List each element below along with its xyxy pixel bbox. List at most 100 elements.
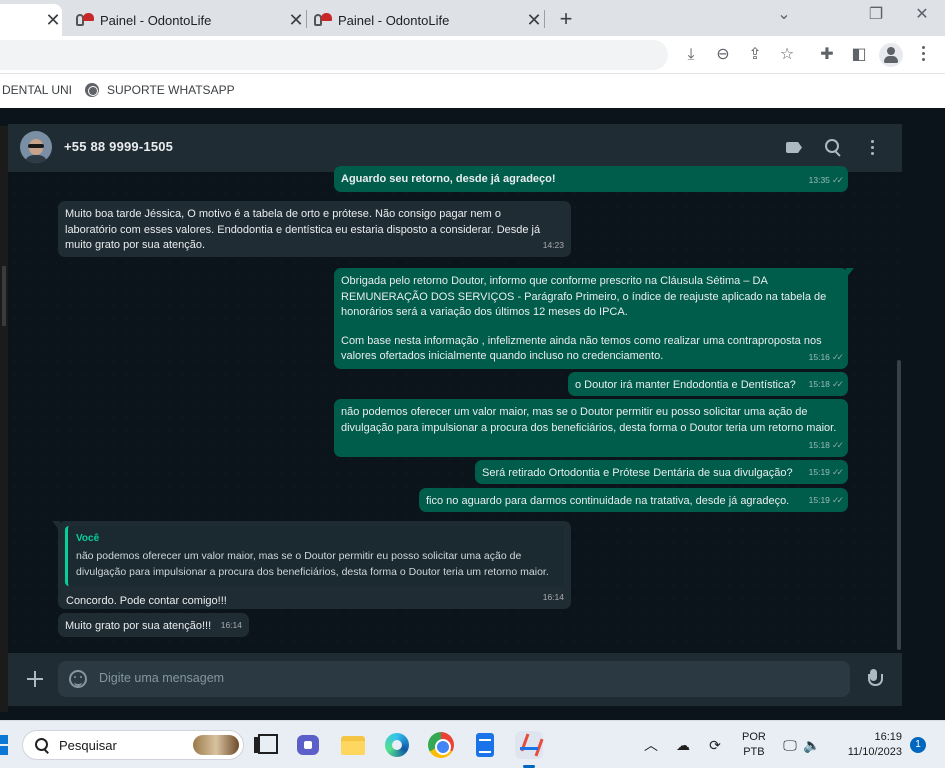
browser-toolbar: ⤓ ⊖ ⇪ ☆ ✚ ◧	[0, 36, 945, 74]
message-meta: 15:19 ✓✓	[809, 465, 844, 481]
tab-close-icon[interactable]: ✕	[524, 11, 544, 29]
message-bubble-outgoing[interactable]: Será retirado Ortodontia e Prótese Dentá…	[475, 460, 848, 484]
edge-icon[interactable]	[383, 731, 411, 759]
language-code: POR	[742, 731, 766, 743]
message-list[interactable]: Aguardo seu retorno, desde já agradeço! …	[8, 166, 902, 653]
browser-tab-active[interactable]: ✕	[0, 4, 62, 36]
message-meta: 15:16 ✓✓	[808, 350, 844, 366]
taskbar-search[interactable]: Pesquisar	[22, 730, 244, 760]
meet-icon[interactable]	[295, 731, 323, 759]
quoted-text: não podemos oferecer um valor maior, mas…	[76, 549, 549, 578]
bookmark-star-icon[interactable]: ☆	[777, 45, 797, 65]
message-text: Obrigada pelo retorno Doutor, informo qu…	[341, 275, 827, 318]
message-bubble-incoming[interactable]: Muito grato por sua atenção!!! 16:14	[58, 613, 249, 637]
bookmark-label: DENTAL UNI	[2, 83, 73, 97]
notepad-icon[interactable]	[471, 731, 499, 759]
tab-close-icon[interactable]: ✕	[286, 11, 306, 29]
message-composer: Digite uma mensagem	[8, 653, 902, 706]
tab-close-icon[interactable]: ✕	[44, 11, 62, 29]
message-bubble-outgoing[interactable]: Obrigada pelo retorno Doutor, informo qu…	[334, 268, 854, 369]
double-check-icon: ✓✓	[831, 494, 844, 505]
message-time: 15:16	[808, 351, 830, 362]
message-text: fico no aguardo para darmos continuidade…	[426, 495, 790, 507]
left-panel-edge	[0, 126, 8, 712]
odontolife-favicon-icon	[314, 13, 332, 27]
snipping-tool-icon[interactable]	[515, 731, 543, 759]
install-icon[interactable]: ⤓	[681, 45, 701, 65]
display-icon[interactable]: 🖵	[781, 736, 799, 754]
bookmark-suporte-whatsapp[interactable]: SUPORTE WHATSAPP	[85, 83, 235, 97]
chrome-icon[interactable]	[427, 731, 455, 759]
search-highlight-image	[193, 735, 239, 755]
bookmarks-bar: DENTAL UNI SUPORTE WHATSAPP	[0, 74, 945, 108]
message-text-paragraph-2: Com base nesta informação , infelizmente…	[341, 334, 822, 363]
new-tab-button[interactable]: +	[556, 6, 576, 32]
globe-icon	[85, 83, 99, 97]
emoji-icon[interactable]	[69, 670, 87, 688]
task-view-icon[interactable]	[250, 731, 278, 759]
double-check-icon: ✓✓	[831, 439, 844, 450]
avatar[interactable]	[20, 131, 52, 163]
file-explorer-icon[interactable]	[339, 731, 367, 759]
message-input[interactable]: Digite uma mensagem	[58, 661, 850, 697]
language-indicator[interactable]: POR PTB	[742, 730, 766, 760]
search-icon[interactable]	[825, 139, 842, 156]
quoted-author: Você	[76, 533, 100, 544]
message-time: 13:35	[808, 174, 830, 185]
browser-tab-odontolife-1[interactable]: Painel - OdontoLife ✕	[70, 4, 306, 36]
extensions-icon[interactable]: ✚	[817, 45, 837, 65]
message-input-placeholder: Digite uma mensagem	[99, 671, 225, 685]
chat-scrollbar[interactable]	[896, 172, 902, 653]
message-text: o Doutor irá manter Endodontia e Dentíst…	[575, 379, 796, 391]
window-restore-button[interactable]: ❐	[862, 4, 890, 24]
bubble-tail	[52, 521, 60, 531]
attach-plus-icon[interactable]	[27, 671, 43, 687]
sync-icon[interactable]: ⟳	[706, 736, 724, 754]
message-bubble-outgoing[interactable]: o Doutor irá manter Endodontia e Dentíst…	[568, 372, 848, 396]
double-check-icon: ✓✓	[831, 174, 844, 185]
message-bubble-incoming[interactable]: Muito boa tarde Jéssica, O motivo é a ta…	[58, 201, 571, 257]
double-check-icon: ✓✓	[831, 378, 844, 389]
notification-badge[interactable]: 1	[910, 737, 926, 753]
quoted-message[interactable]: Você não podemos oferecer um valor maior…	[65, 526, 564, 586]
clock-date: 11/10/2023	[847, 746, 902, 758]
address-bar[interactable]	[0, 40, 668, 70]
taskbar-search-label: Pesquisar	[59, 738, 117, 753]
side-panel-icon[interactable]: ◧	[849, 45, 869, 65]
tab-title: Painel - OdontoLife	[338, 12, 450, 28]
bookmark-dental-uni[interactable]: DENTAL UNI	[2, 83, 72, 97]
message-time: 14:23	[542, 239, 564, 250]
chat-menu-icon[interactable]	[871, 140, 875, 156]
search-icon	[35, 738, 49, 752]
message-bubble-outgoing[interactable]: não podemos oferecer um valor maior, mas…	[334, 399, 848, 457]
label-tag-icon[interactable]	[786, 142, 802, 153]
start-icon[interactable]	[0, 735, 8, 755]
share-icon[interactable]: ⇪	[745, 45, 765, 65]
browser-tab-strip: ✕ Painel - OdontoLife ✕ Painel - OdontoL…	[0, 0, 945, 36]
tray-overflow-chevron-icon[interactable]: ︿	[642, 736, 660, 754]
tab-divider	[544, 10, 545, 28]
message-bubble-outgoing[interactable]: fico no aguardo para darmos continuidade…	[419, 488, 848, 512]
clock-time: 16:19	[874, 731, 902, 743]
chat-panel: +55 88 9999-1505 Aguardo seu retorno, de…	[8, 124, 902, 706]
message-bubble-outgoing[interactable]: Aguardo seu retorno, desde já agradeço! …	[334, 166, 848, 192]
window-close-button[interactable]: ✕	[908, 4, 936, 24]
tab-search-chevron-icon[interactable]: ⌄	[770, 4, 798, 24]
network-offline-icon[interactable]: ☁	[674, 736, 692, 754]
tab-title: Painel - OdontoLife	[100, 12, 212, 28]
message-time: 15:18	[808, 439, 830, 450]
message-time: 15:19	[808, 494, 830, 505]
windows-taskbar: Pesquisar ︿ ☁ ⟳ POR PTB 🖵 🔈 16:19 11/10/…	[0, 720, 945, 768]
volume-icon[interactable]: 🔈	[803, 736, 821, 754]
contact-name[interactable]: +55 88 9999-1505	[64, 139, 173, 154]
microphone-icon[interactable]	[867, 669, 883, 689]
bookmark-label: SUPORTE WHATSAPP	[107, 83, 235, 97]
chat-header[interactable]: +55 88 9999-1505	[8, 124, 902, 172]
message-bubble-incoming-reply[interactable]: Você não podemos oferecer um valor maior…	[52, 521, 571, 609]
zoom-out-icon[interactable]: ⊖	[713, 45, 733, 65]
profile-icon[interactable]	[879, 43, 903, 67]
browser-menu-icon[interactable]	[919, 46, 927, 64]
system-clock[interactable]: 16:19 11/10/2023	[838, 730, 902, 760]
browser-tab-odontolife-2[interactable]: Painel - OdontoLife ✕	[308, 4, 544, 36]
message-meta: 14:23	[543, 238, 564, 254]
